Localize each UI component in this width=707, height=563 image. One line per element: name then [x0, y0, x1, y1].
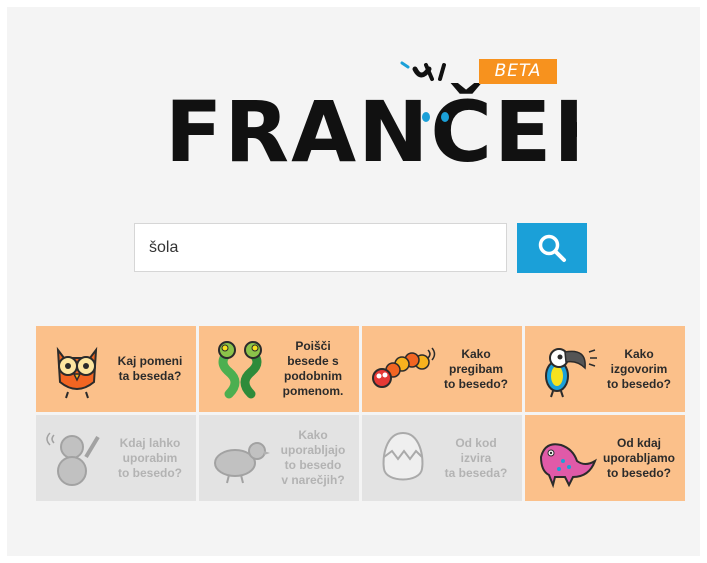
cracked-egg-icon — [370, 427, 436, 489]
tile-meaning[interactable]: Kaj pomeni ta beseda? — [36, 326, 196, 412]
tile-label: Kdaj lahko uporabim to besedo? — [117, 435, 182, 480]
tile-origin[interactable]: Od kod izvira ta beseda? — [362, 415, 522, 501]
tile-label: Od kdaj uporabljamo to besedo? — [602, 435, 675, 480]
monkey-icon — [44, 427, 110, 489]
search-icon — [517, 233, 587, 263]
owl-icon — [44, 338, 110, 400]
tile-label: Poišči besede s podobnim pomenom. — [282, 339, 344, 398]
tile-inflection[interactable]: Kako pregibam to besedo? — [362, 326, 522, 412]
dinosaur-icon — [533, 427, 599, 489]
tile-label: Kako pregibam to besedo? — [443, 346, 508, 391]
tile-history[interactable]: Od kdaj uporabljamo to besedo? — [525, 415, 685, 501]
logo-text: FRANČEK — [165, 83, 577, 177]
feature-grid: Kaj pomeni ta beseda? Poišči besede s po… — [36, 326, 686, 501]
tile-label: Kako uporabljajo to besedo v narečjih? — [280, 428, 346, 487]
tile-label: Od kod izvira ta beseda? — [444, 435, 508, 480]
twin-snakes-icon — [207, 338, 273, 400]
tile-dialects[interactable]: Kako uporabljajo to besedo v narečjih? — [199, 415, 359, 501]
search-button[interactable] — [517, 223, 587, 273]
beta-badge: BETA — [479, 59, 557, 84]
tile-label: Kaj pomeni ta beseda? — [117, 354, 183, 383]
hen-icon — [207, 427, 273, 489]
caterpillar-icon — [370, 338, 436, 400]
tile-pronunciation[interactable]: Kako izgovorim to besedo? — [525, 326, 685, 412]
search-input[interactable] — [134, 223, 507, 272]
tile-label: Kako izgovorim to besedo? — [606, 346, 671, 391]
tile-synonyms[interactable]: Poišči besede s podobnim pomenom. — [199, 326, 359, 412]
tile-usage[interactable]: Kdaj lahko uporabim to besedo? — [36, 415, 196, 501]
toucan-icon — [533, 338, 599, 400]
